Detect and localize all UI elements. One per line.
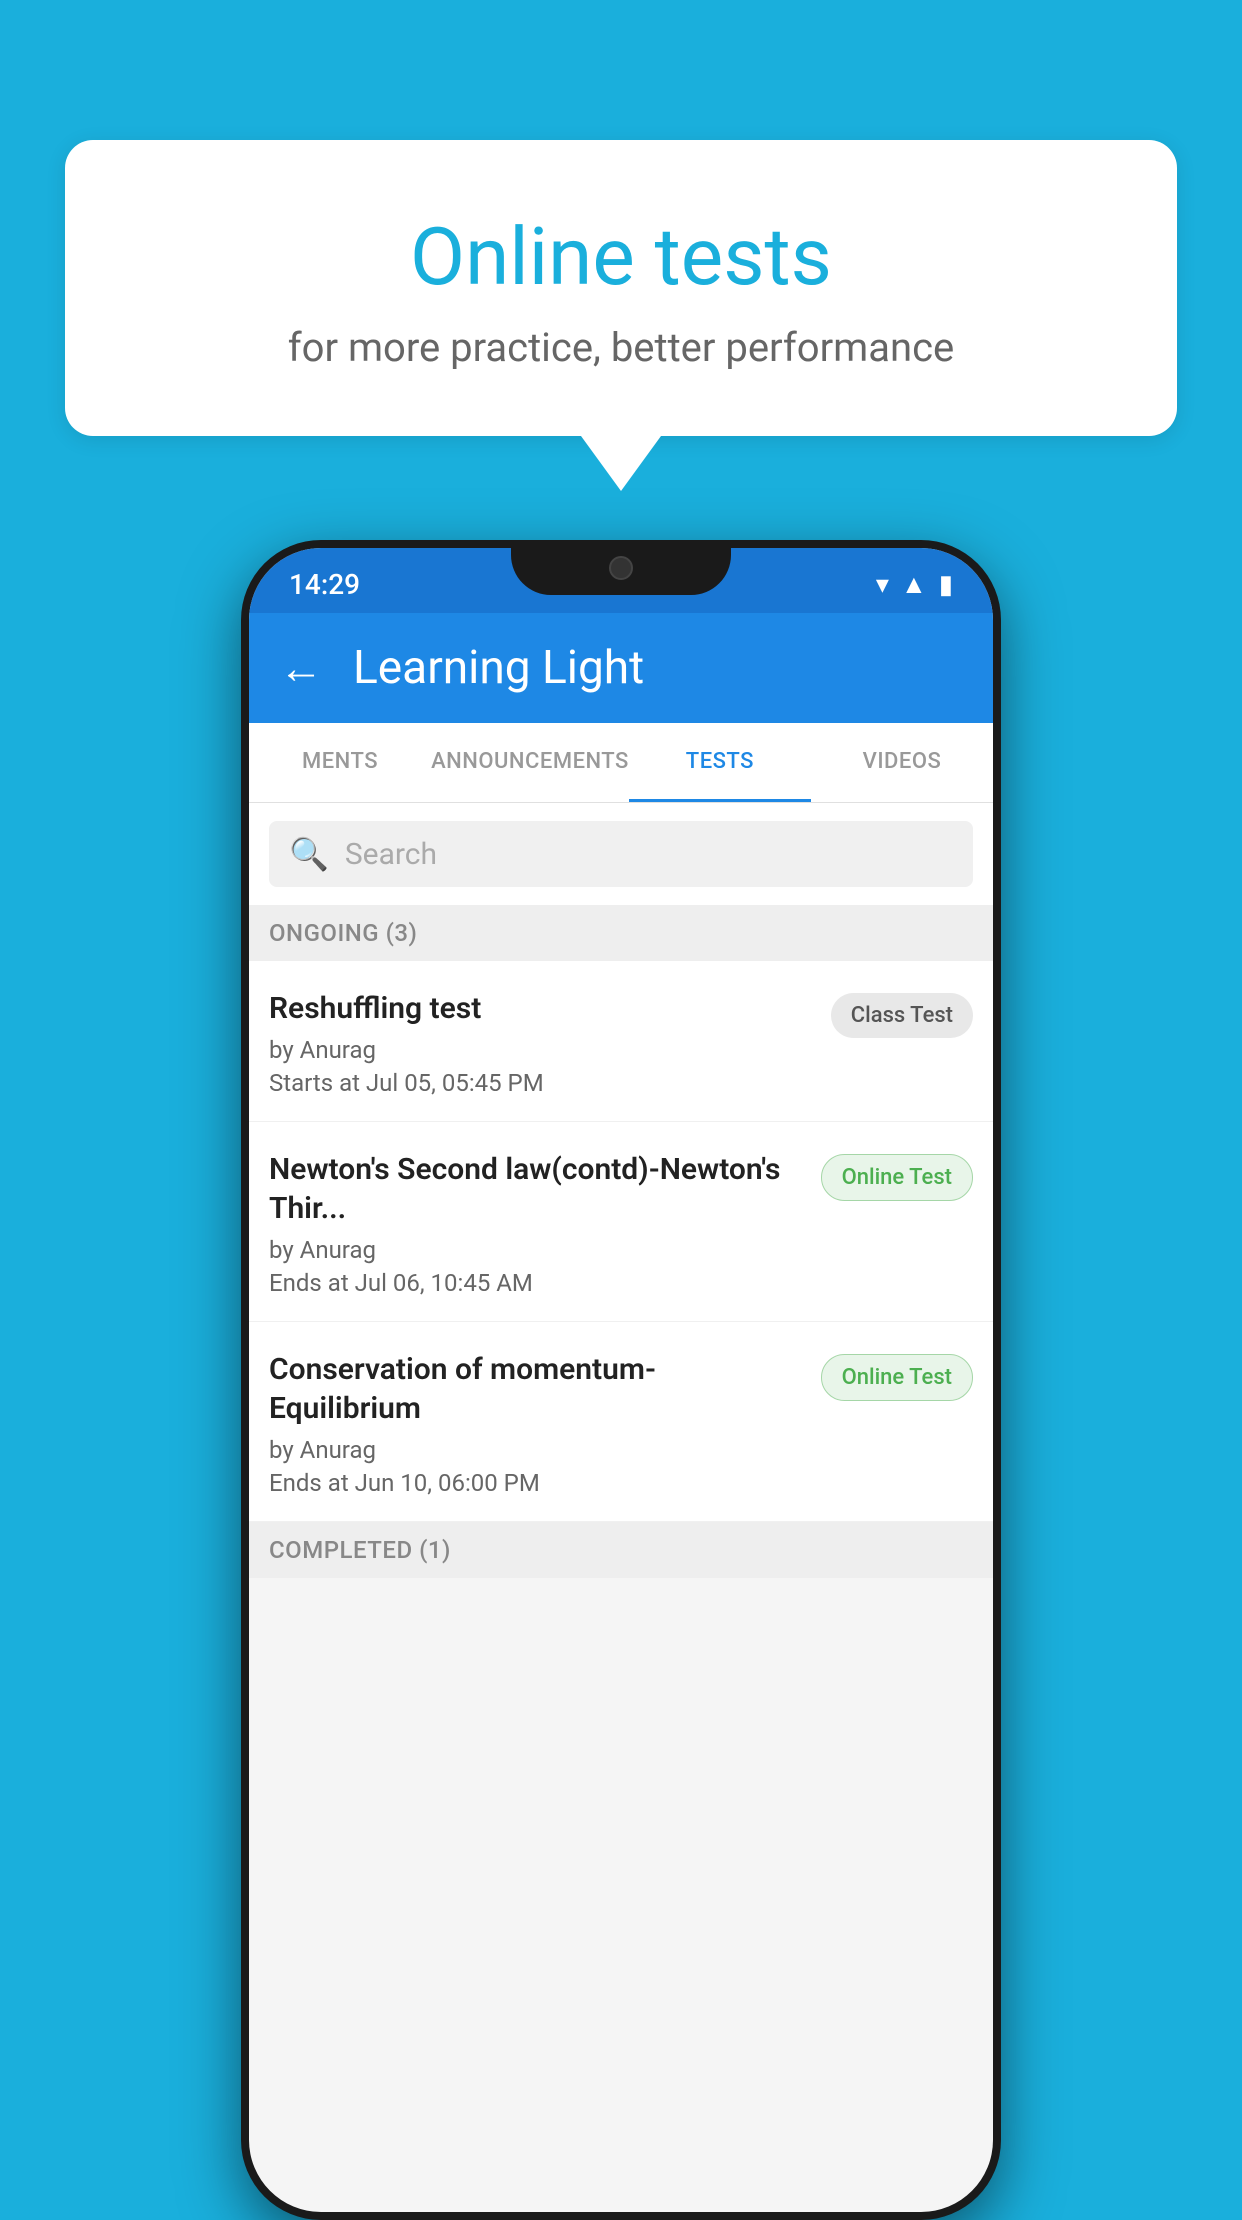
ongoing-section-header: ONGOING (3) xyxy=(249,905,993,961)
speech-bubble-container: Online tests for more practice, better p… xyxy=(65,140,1177,491)
test-author-2: by Anurag xyxy=(269,1236,801,1264)
test-name-2: Newton's Second law(contd)-Newton's Thir… xyxy=(269,1150,801,1228)
test-info-1: Reshuffling test by Anurag Starts at Jul… xyxy=(269,989,831,1097)
test-date-2: Ends at Jul 06, 10:45 AM xyxy=(269,1269,801,1297)
signal-icon: ▲ xyxy=(901,569,927,600)
test-item-2[interactable]: Newton's Second law(contd)-Newton's Thir… xyxy=(249,1122,993,1322)
search-input-wrapper[interactable]: 🔍 Search xyxy=(269,821,973,887)
test-item[interactable]: Reshuffling test by Anurag Starts at Jul… xyxy=(249,961,993,1122)
app-bar-title: Learning Light xyxy=(353,641,644,695)
test-author-3: by Anurag xyxy=(269,1436,801,1464)
speech-bubble-tail xyxy=(581,436,661,491)
speech-bubble-subtitle: for more practice, better performance xyxy=(125,324,1117,371)
test-info-3: Conservation of momentum-Equilibrium by … xyxy=(269,1350,821,1497)
wifi-icon: ▾ xyxy=(876,570,889,600)
tabs-bar: MENTS ANNOUNCEMENTS TESTS VIDEOS xyxy=(249,723,993,803)
test-author-1: by Anurag xyxy=(269,1036,811,1064)
test-date-3: Ends at Jun 10, 06:00 PM xyxy=(269,1469,801,1497)
search-placeholder: Search xyxy=(345,837,437,872)
phone-screen: 14:29 ▾ ▲ ▮ ← Learning Light MENTS ANNOU… xyxy=(249,548,993,2212)
status-icons: ▾ ▲ ▮ xyxy=(876,569,953,600)
phone-frame: 14:29 ▾ ▲ ▮ ← Learning Light MENTS ANNOU… xyxy=(241,540,1001,2220)
completed-label: COMPLETED (1) xyxy=(269,1536,451,1564)
test-badge-1: Class Test xyxy=(831,993,973,1038)
speech-bubble: Online tests for more practice, better p… xyxy=(65,140,1177,436)
phone-container: 14:29 ▾ ▲ ▮ ← Learning Light MENTS ANNOU… xyxy=(241,540,1001,2220)
ongoing-label: ONGOING (3) xyxy=(269,919,417,947)
tab-ments[interactable]: MENTS xyxy=(249,723,431,802)
test-info-2: Newton's Second law(contd)-Newton's Thir… xyxy=(269,1150,821,1297)
tab-announcements[interactable]: ANNOUNCEMENTS xyxy=(431,723,629,802)
test-badge-3: Online Test xyxy=(821,1354,973,1401)
test-name-3: Conservation of momentum-Equilibrium xyxy=(269,1350,801,1428)
app-bar: ← Learning Light xyxy=(249,613,993,723)
test-list: Reshuffling test by Anurag Starts at Jul… xyxy=(249,961,993,1522)
speech-bubble-title: Online tests xyxy=(125,210,1117,304)
back-button[interactable]: ← xyxy=(279,642,323,694)
front-camera xyxy=(609,556,633,580)
battery-icon: ▮ xyxy=(939,570,953,600)
completed-section-header: COMPLETED (1) xyxy=(249,1522,993,1578)
status-time: 14:29 xyxy=(289,568,360,601)
test-date-1: Starts at Jul 05, 05:45 PM xyxy=(269,1069,811,1097)
phone-notch xyxy=(511,540,731,595)
search-icon: 🔍 xyxy=(289,835,329,873)
search-container: 🔍 Search xyxy=(249,803,993,905)
tab-videos[interactable]: VIDEOS xyxy=(811,723,993,802)
test-item-3[interactable]: Conservation of momentum-Equilibrium by … xyxy=(249,1322,993,1522)
tab-tests[interactable]: TESTS xyxy=(629,723,811,802)
test-name-1: Reshuffling test xyxy=(269,989,811,1028)
test-badge-2: Online Test xyxy=(821,1154,973,1201)
